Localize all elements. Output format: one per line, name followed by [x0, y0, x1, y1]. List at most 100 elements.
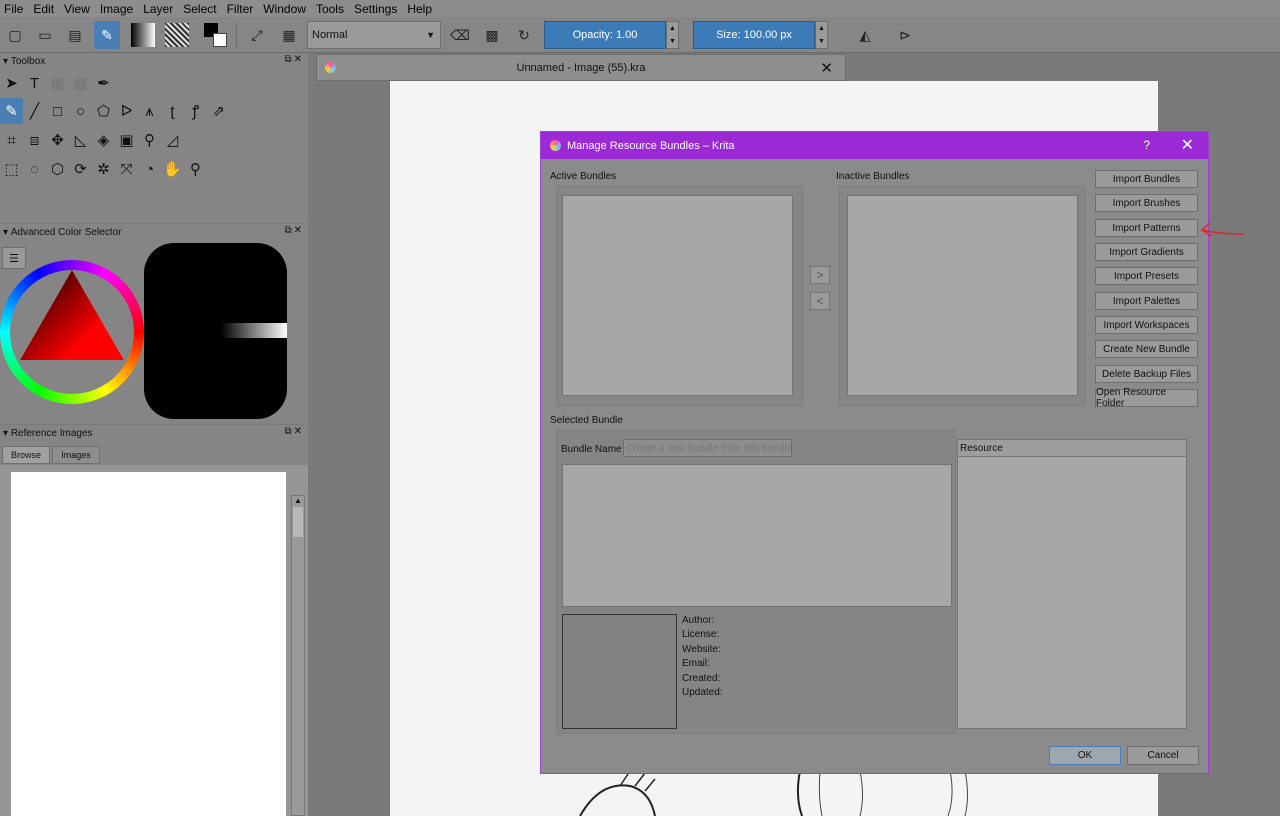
menu-window[interactable]: Window	[263, 2, 306, 16]
active-bundles-list[interactable]	[562, 195, 793, 396]
bezier-tool-icon[interactable]: ⩚	[138, 98, 161, 124]
mirror-horizontal-icon[interactable]: ◭	[852, 21, 878, 49]
workspace-chooser-icon[interactable]: ▦	[276, 21, 302, 49]
menu-select[interactable]: Select	[183, 2, 216, 16]
menu-settings[interactable]: Settings	[354, 2, 397, 16]
rect-select-icon[interactable]: ⬚	[0, 156, 23, 182]
select-shapes-icon[interactable]: ➤	[0, 70, 23, 96]
menu-file[interactable]: File	[4, 2, 23, 16]
mirror-vertical-icon[interactable]: ⊳	[892, 21, 918, 49]
new-document-icon[interactable]: ▢	[2, 21, 28, 49]
menu-view[interactable]: View	[64, 2, 90, 16]
blend-mode-select[interactable]: Normal ▼	[307, 21, 441, 49]
brush-settings-icon[interactable]: ⤢	[244, 21, 270, 49]
gradient-tool-icon[interactable]: ▣	[115, 127, 138, 153]
dock-controls-icon[interactable]: ⧉✕	[284, 426, 304, 437]
dock-controls-icon[interactable]: ⧉✕	[284, 54, 304, 65]
delete-backup-files-button[interactable]: Delete Backup Files	[1095, 365, 1198, 383]
color-swap-icon[interactable]	[203, 21, 229, 49]
gradient-preset-icon[interactable]	[130, 21, 156, 49]
rectangle-tool-icon[interactable]: □	[46, 98, 69, 124]
resource-list[interactable]: Resource	[957, 439, 1187, 729]
pan-tool-icon[interactable]: ✋	[161, 156, 184, 182]
menu-image[interactable]: Image	[100, 2, 133, 16]
reference-scrollbar[interactable]: ▲	[291, 495, 305, 816]
import-palettes-button[interactable]: Import Palettes	[1095, 292, 1198, 310]
dock-controls-icon[interactable]: ⧉✕	[284, 225, 304, 236]
pen-tool-icon[interactable]: ✒	[92, 70, 115, 96]
menu-tools[interactable]: Tools	[316, 2, 344, 16]
freehand-select-icon[interactable]: ⟳	[69, 156, 92, 182]
calligraphy-icon[interactable]: ▩	[69, 70, 92, 96]
brush-editor-icon[interactable]: ✎	[94, 21, 120, 49]
text-tool-icon[interactable]: T	[23, 70, 46, 96]
freehand-brush-icon[interactable]: ✎	[0, 98, 23, 124]
open-document-icon[interactable]: ▭	[32, 21, 58, 49]
value-square[interactable]	[144, 243, 287, 419]
polyline-tool-icon[interactable]: ᐅ	[115, 98, 138, 124]
multibrush-icon[interactable]: ⇗	[207, 98, 230, 124]
line-tool-icon[interactable]: ╱	[23, 98, 46, 124]
zoom-tool-icon[interactable]: ⚲	[184, 156, 207, 182]
crop-tool-icon[interactable]: ⌗	[0, 127, 23, 153]
transform-tool-icon[interactable]: ⧈	[23, 127, 46, 153]
inactive-bundles-list[interactable]	[847, 195, 1078, 396]
import-workspaces-button[interactable]: Import Workspaces	[1095, 316, 1198, 334]
move-left-button[interactable]: <	[810, 292, 830, 310]
resource-column-header[interactable]: Resource	[958, 440, 1186, 457]
polygon-tool-icon[interactable]: ⬠	[92, 98, 115, 124]
ellipse-tool-icon[interactable]: ○	[69, 98, 92, 124]
measure-tool-icon[interactable]: ◿	[161, 127, 184, 153]
ok-button[interactable]: OK	[1049, 746, 1121, 765]
eraser-mode-icon[interactable]: ⌫	[447, 21, 473, 49]
save-document-icon[interactable]: ▤	[62, 21, 88, 49]
size-slider[interactable]: Size: 100.00 px	[693, 21, 815, 49]
edit-shapes-icon[interactable]: ▦	[46, 70, 69, 96]
help-icon[interactable]: ?	[1143, 138, 1150, 152]
hue-ring[interactable]	[0, 260, 144, 404]
menu-layer[interactable]: Layer	[143, 2, 173, 16]
chevron-down-icon[interactable]: ▾	[3, 227, 8, 238]
import-gradients-button[interactable]: Import Gradients	[1095, 243, 1198, 261]
opacity-spinner[interactable]: ▲ ▼	[666, 21, 679, 49]
bezier-select-icon[interactable]: ◔	[138, 156, 161, 182]
preserve-alpha-icon[interactable]: ▩	[479, 21, 505, 49]
create-new-bundle-button[interactable]: Create New Bundle	[1095, 340, 1198, 358]
polygon-select-icon[interactable]: ⬡	[46, 156, 69, 182]
perspective-grid-icon[interactable]: ◺	[69, 127, 92, 153]
chevron-down-icon[interactable]: ▾	[3, 428, 8, 439]
menu-help[interactable]: Help	[407, 2, 432, 16]
tab-images[interactable]: Images	[52, 446, 100, 464]
import-bundles-button[interactable]: Import Bundles	[1095, 170, 1198, 188]
opacity-slider[interactable]: Opacity: 1.00	[544, 21, 666, 49]
bundle-preview-image[interactable]	[562, 614, 677, 729]
close-icon[interactable]: ✕	[1181, 135, 1194, 155]
import-presets-button[interactable]: Import Presets	[1095, 267, 1198, 285]
tab-browse[interactable]: Browse	[2, 446, 50, 464]
freehand-path-icon[interactable]: ʈ	[161, 98, 184, 124]
dynamic-brush-icon[interactable]: ꝭ	[184, 98, 207, 124]
chevron-down-icon[interactable]: ▾	[3, 56, 8, 67]
import-brushes-button[interactable]: Import Brushes	[1095, 194, 1198, 212]
bundle-description[interactable]	[562, 464, 952, 607]
menu-edit[interactable]: Edit	[33, 2, 54, 16]
opacity-label: Opacity: 1.00	[572, 29, 638, 41]
cancel-button[interactable]: Cancel	[1127, 746, 1199, 765]
color-settings-icon[interactable]: ☰	[2, 247, 26, 269]
move-tool-icon[interactable]: ✥	[46, 127, 69, 153]
similar-select-icon[interactable]: ⤧	[115, 156, 138, 182]
fill-tool-icon[interactable]: ◈	[92, 127, 115, 153]
reload-preset-icon[interactable]: ↻	[511, 21, 537, 49]
color-picker-icon[interactable]: ⚲	[138, 127, 161, 153]
close-icon[interactable]: ✕	[820, 59, 833, 77]
document-tab[interactable]: Unnamed - Image (55).kra ✕	[316, 54, 846, 81]
pattern-preset-icon[interactable]	[164, 21, 190, 49]
move-right-button[interactable]: >	[810, 266, 830, 284]
size-spinner[interactable]: ▲ ▼	[815, 21, 828, 49]
open-resource-folder-button[interactable]: Open Resource Folder	[1095, 387, 1198, 409]
bundle-name-input[interactable]	[623, 439, 792, 457]
menu-filter[interactable]: Filter	[227, 2, 254, 16]
import-patterns-button[interactable]: Import Patterns	[1095, 219, 1198, 237]
ellipse-select-icon[interactable]: ◌	[23, 156, 46, 182]
magic-wand-icon[interactable]: ✲	[92, 156, 115, 182]
